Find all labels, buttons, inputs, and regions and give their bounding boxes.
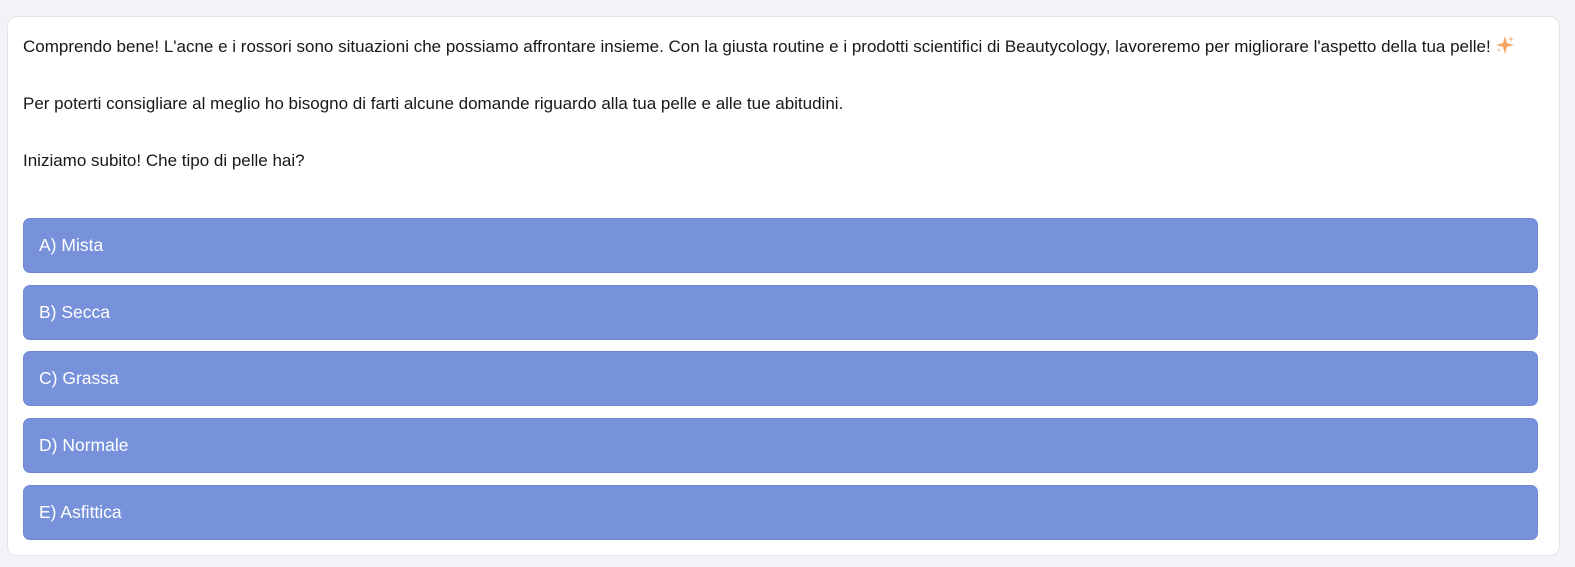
option-button-d[interactable]: D) Normale [23, 418, 1538, 474]
message-paragraph-question: Iniziamo subito! Che tipo di pelle hai? [23, 151, 305, 170]
option-button-b[interactable]: B) Secca [23, 284, 1538, 340]
chat-message-card: Comprendo bene! L'acne e i rossori sono … [7, 16, 1560, 556]
sparkles-icon [1495, 36, 1514, 54]
option-button-e[interactable]: E) Asfittica [23, 484, 1538, 540]
message-paragraph-intro: Comprendo bene! L'acne e i rossori sono … [23, 33, 1548, 62]
message-paragraph-intro-text: Comprendo bene! L'acne e i rossori sono … [23, 37, 1491, 56]
option-button-c[interactable]: C) Grassa [23, 351, 1538, 407]
message-paragraph-questions: Per poterti consigliare al meglio ho bis… [23, 94, 844, 113]
answer-options: A) Mista B) Secca C) Grassa D) Normale E… [23, 218, 1538, 551]
assistant-message: Comprendo bene! L'acne e i rossori sono … [23, 33, 1548, 176]
option-button-a[interactable]: A) Mista [23, 218, 1538, 273]
